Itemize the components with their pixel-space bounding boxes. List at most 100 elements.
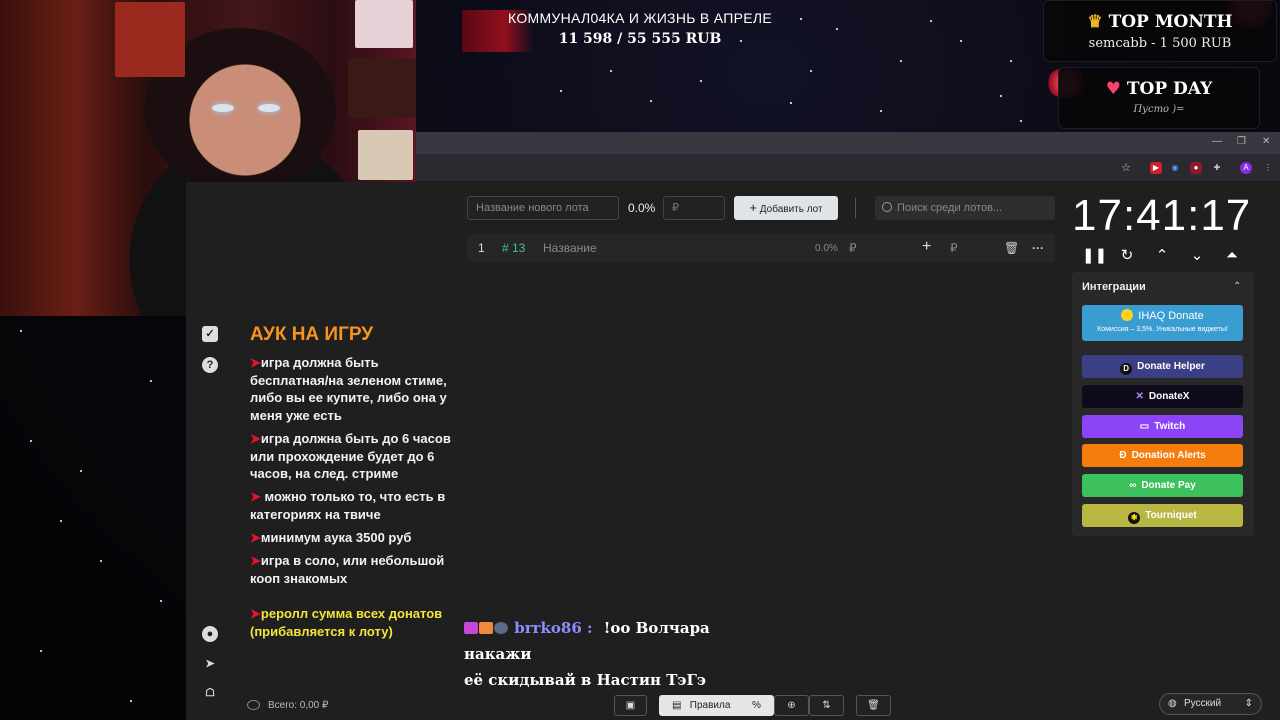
github-icon[interactable]: ●: [202, 626, 218, 642]
minimize-icon[interactable]: —: [1212, 136, 1222, 147]
donate-helper-icon: D: [1120, 363, 1133, 375]
donate-pay-button[interactable]: ∞ Donate Pay: [1082, 474, 1243, 497]
top-day-title: TOP DAY: [1126, 79, 1213, 99]
trash-icon[interactable]: 🗑: [1004, 241, 1019, 255]
eye: [258, 104, 280, 112]
twitch-button[interactable]: ▭ Twitch: [1082, 415, 1243, 438]
star: [560, 90, 562, 92]
star: [1000, 95, 1002, 97]
auction-timer: 17:41:17: [1072, 191, 1252, 240]
lot-name[interactable]: Название: [543, 241, 597, 255]
star: [150, 380, 152, 382]
close-icon[interactable]: ✕: [1262, 136, 1270, 147]
profile-avatar[interactable]: A: [1240, 162, 1252, 174]
chevron-up-icon[interactable]: ⌃: [1152, 246, 1172, 266]
pause-icon[interactable]: ❚❚: [1082, 246, 1107, 266]
new-lot-percent: 0.0%: [628, 201, 656, 215]
sort-icon[interactable]: ⇅: [809, 695, 844, 716]
rule-item: ➤ можно только то, что есть в категориях…: [250, 489, 446, 522]
double-chevron-up-icon[interactable]: ⏶: [1222, 246, 1242, 266]
donatex-icon: ✕: [1135, 391, 1144, 402]
split-icon[interactable]: ⊕: [774, 695, 809, 716]
clear-list-icon[interactable]: 🗑: [856, 695, 891, 716]
tourniquet-button[interactable]: ✱ Tourniquet: [1082, 504, 1243, 527]
plus-icon: +: [749, 200, 757, 215]
star: [1010, 60, 1012, 62]
browser-titlebar: [416, 132, 1280, 154]
top-month-title: TOP MONTH: [1108, 12, 1233, 32]
ihaq-subtitle: Комиссия – 3,5%. Уникальные виджеты!: [1097, 326, 1228, 333]
telegram-icon[interactable]: ➤: [202, 656, 218, 672]
extension-icon[interactable]: ▶: [1150, 162, 1162, 174]
ihaq-donate-button[interactable]: IHAQ Donate Комиссия – 3,5%. Уникальные …: [1082, 305, 1243, 341]
hide-eye-icon[interactable]: [247, 700, 260, 710]
shield-icon[interactable]: ✓: [202, 326, 218, 342]
new-lot-name-input[interactable]: Название нового лота: [467, 196, 619, 220]
star: [610, 70, 612, 72]
star: [60, 520, 62, 522]
total-amount: Всего: 0,00 ₽: [268, 700, 329, 711]
top-day-box: ♥ TOP DAY Пусто )=: [1058, 67, 1260, 129]
star: [100, 560, 102, 562]
reset-icon[interactable]: ↻: [1117, 246, 1137, 266]
star: [810, 70, 812, 72]
rules-button-label: Правила: [689, 700, 731, 711]
donation-alerts-label: Donation Alerts: [1131, 450, 1206, 461]
lot-percent: 0.0%: [815, 243, 838, 254]
globe-icon: ◍: [1168, 698, 1177, 709]
rules-button[interactable]: ▤ Правила%: [659, 695, 774, 716]
rule-item: ➤игра должна быть до 6 часов или прохожд…: [250, 431, 451, 481]
shelf: [348, 58, 416, 118]
star: [900, 60, 902, 62]
donatex-button[interactable]: ✕ DonateX: [1082, 385, 1243, 408]
crown-icon: ♛: [1087, 12, 1103, 32]
search-lots-input[interactable]: Поиск среди лотов...: [875, 196, 1055, 220]
rules-title: АУК НА ИГРУ: [250, 324, 374, 345]
chat-badge-avatar: [494, 622, 508, 634]
eye: [212, 104, 234, 112]
chevron-down-icon[interactable]: ⌄: [1187, 246, 1207, 266]
star: [880, 110, 882, 112]
star: [30, 440, 32, 442]
twitch-label: Twitch: [1154, 421, 1186, 432]
donate-pay-icon: ∞: [1129, 480, 1137, 491]
star: [836, 28, 838, 30]
integrations-title: Интеграции: [1082, 281, 1146, 293]
collapse-chevron-icon[interactable]: ⌃: [1233, 281, 1241, 292]
rule-item: ➤игра в соло, или небольшой кооп знакомы…: [250, 553, 445, 586]
save-icon[interactable]: ▣: [614, 695, 647, 716]
add-lot-button[interactable]: + Добавить лот: [734, 196, 838, 220]
tourniquet-icon: ✱: [1128, 512, 1141, 524]
language-select[interactable]: ◍ Русский ⇕: [1159, 693, 1262, 715]
star: [160, 600, 162, 602]
restore-icon[interactable]: ❐: [1237, 136, 1246, 147]
more-options-icon[interactable]: ···: [1032, 241, 1044, 255]
twitch-icon: ▭: [1139, 421, 1150, 432]
donation-alerts-button[interactable]: Ð Donation Alerts: [1082, 444, 1243, 467]
extension-icon[interactable]: ◉: [1169, 162, 1181, 174]
chat-username: brrko86 :: [514, 619, 593, 637]
language-label: Русский: [1184, 698, 1222, 709]
donate-helper-button[interactable]: D Donate Helper: [1082, 355, 1243, 378]
percent-toggle[interactable]: %: [752, 696, 761, 715]
bookmark-star-icon[interactable]: ☆: [1120, 162, 1132, 174]
help-icon[interactable]: ?: [202, 357, 218, 373]
arrow-icon: ➤: [250, 530, 261, 545]
search-icon: [882, 202, 892, 212]
star: [40, 650, 42, 652]
donation-alerts-icon: Ð: [1119, 450, 1127, 461]
donate-hand-icon[interactable]: ☖: [202, 685, 218, 701]
chat-message: brrko86 : !оо Волчара накажи её скидывай…: [464, 615, 764, 693]
arrow-icon: ➤: [250, 606, 261, 621]
top-day-value: Пусто )=: [1133, 104, 1185, 115]
select-arrows-icon: ⇕: [1244, 698, 1253, 709]
ihaq-label: IHAQ Donate: [1138, 310, 1204, 322]
new-lot-amount-input[interactable]: ₽: [663, 196, 725, 220]
menu-dots-icon[interactable]: ⋮: [1262, 162, 1274, 174]
extension-icon[interactable]: ●: [1190, 162, 1202, 174]
star: [1020, 120, 1022, 122]
extensions-puzzle-icon[interactable]: ✚: [1211, 162, 1223, 174]
add-amount-plus-icon[interactable]: +: [922, 238, 931, 256]
stream-goal: 11 598 / 55 555 RUB: [558, 31, 722, 47]
star: [80, 470, 82, 472]
